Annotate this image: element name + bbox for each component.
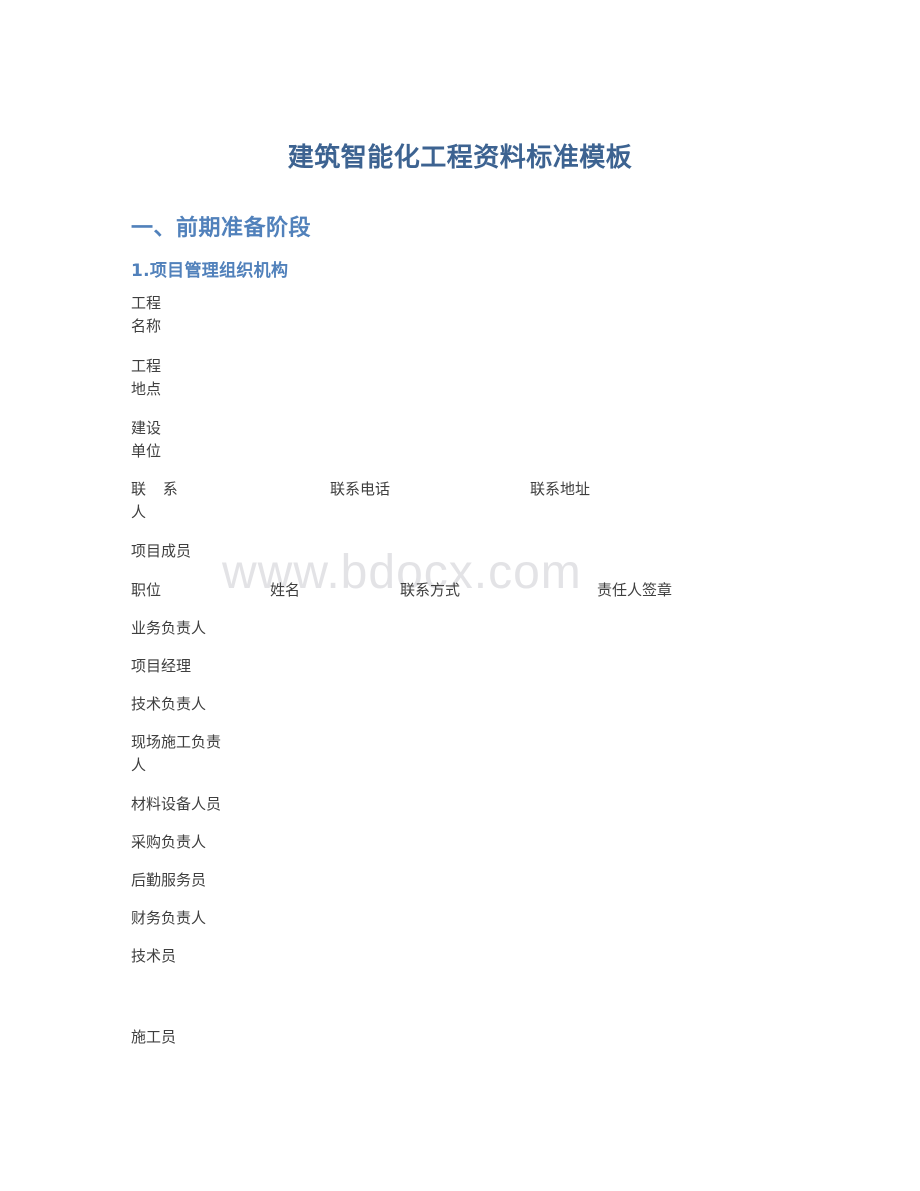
table-row-position: 项目经理 <box>131 657 192 675</box>
field-label-contact-person: 联 系 人 <box>131 480 184 521</box>
document-page: www.bdocx.com 建筑智能化工程资料标准模板 一、前期准备阶段 1.项… <box>0 0 920 1191</box>
table-row-position: 现场施工负责 人 <box>131 733 222 774</box>
field-label-contact-address: 联系地址 <box>530 480 591 498</box>
table-row-position <box>131 983 246 1006</box>
field-label-project-name: 工程 名称 <box>131 294 162 335</box>
subsection-heading: 1.项目管理组织机构 <box>131 261 289 281</box>
field-label-project-location: 工程 地点 <box>131 357 162 398</box>
field-label-construction-unit: 建设 单位 <box>131 419 162 460</box>
section-heading: 一、前期准备阶段 <box>131 216 312 241</box>
table-row-position: 技术员 <box>131 947 177 965</box>
members-column-header-position: 职位 <box>131 581 162 599</box>
field-label-contact-phone: 联系电话 <box>330 480 391 498</box>
page-title: 建筑智能化工程资料标准模板 <box>287 143 633 173</box>
table-row-position: 采购负责人 <box>131 833 207 851</box>
members-column-header-contact: 联系方式 <box>400 581 461 599</box>
table-row-position: 施工员 <box>131 1028 177 1046</box>
members-column-header-name: 姓名 <box>270 581 301 599</box>
table-row-position: 技术负责人 <box>131 695 207 713</box>
table-row-position: 业务负责人 <box>131 619 207 637</box>
members-column-header-signature: 责任人签章 <box>597 581 673 599</box>
members-title: 项目成员 <box>131 542 192 560</box>
table-row-position: 财务负责人 <box>131 909 207 927</box>
table-row-position: 后勤服务员 <box>131 871 207 889</box>
table-row-position: 材料设备人员 <box>131 795 222 813</box>
